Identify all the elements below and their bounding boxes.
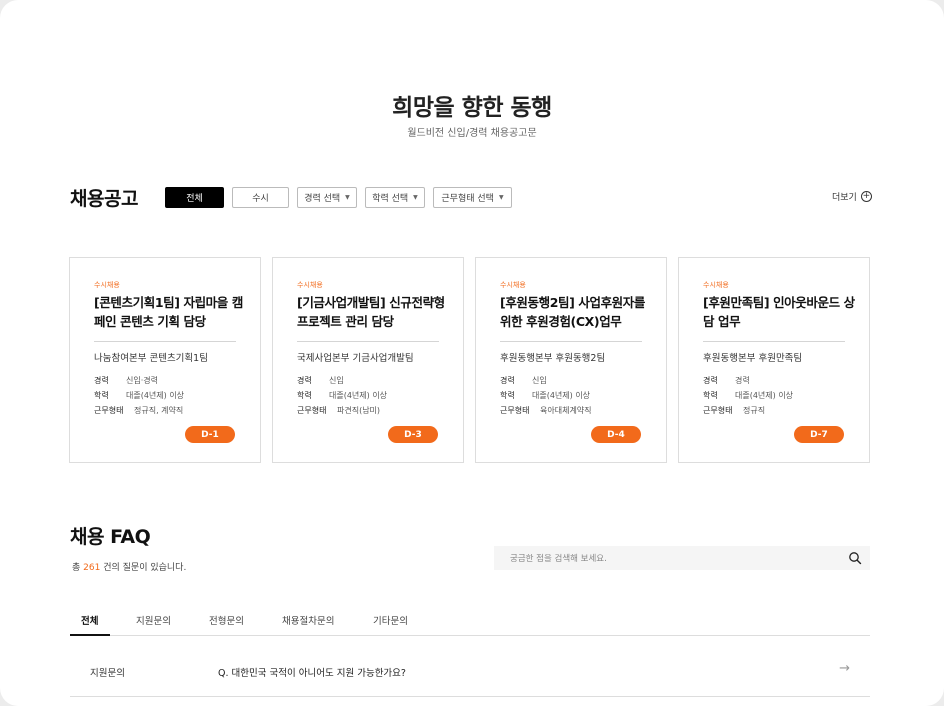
work-type-value: 파견직(남미) <box>337 406 381 415</box>
career-select[interactable]: 경력 선택 ▼ <box>297 187 357 208</box>
education-value: 대졸(4년제) 이상 <box>126 391 185 400</box>
count-prefix: 총 <box>72 563 81 573</box>
career-value: 경력 <box>735 376 750 385</box>
chevron-down-icon: ▼ <box>413 194 418 201</box>
more-label: 더보기 <box>832 193 857 203</box>
career-label: 경력 <box>297 376 312 385</box>
divider <box>703 341 845 342</box>
tab-screening[interactable]: 전형문의 <box>209 613 244 627</box>
search-icon[interactable] <box>848 551 862 565</box>
education-label: 학력 <box>500 391 515 400</box>
filter-label: 수시 <box>252 194 269 204</box>
education-select[interactable]: 학력 선택 ▼ <box>365 187 425 208</box>
count-suffix: 건의 질문이 있습니다. <box>103 563 187 573</box>
filter-label: 근무형태 선택 <box>441 194 494 204</box>
career-value: 신입 <box>532 376 547 385</box>
plus-circle-icon: + <box>860 191 872 202</box>
job-department: 후원동행본부 후원만족팀 <box>703 353 803 364</box>
work-type-label: 근무형태 <box>297 406 327 415</box>
filter-all-button[interactable]: 전체 <box>165 187 224 208</box>
job-tag: 수시채용 <box>703 281 729 289</box>
faq-category: 지원문의 <box>90 668 125 679</box>
education-label: 학력 <box>94 391 109 400</box>
career-value: 신입 <box>329 376 344 385</box>
tab-etc[interactable]: 기타문의 <box>373 613 408 627</box>
faq-search-input[interactable]: 궁금한 점을 검색해 보세요. <box>494 546 870 570</box>
work-type-select[interactable]: 근무형태 선택 ▼ <box>433 187 512 208</box>
arrow-right-icon: → <box>839 661 850 676</box>
job-tag: 수시채용 <box>500 281 526 289</box>
faq-section-title: 채용 FAQ <box>70 526 151 548</box>
tab-application[interactable]: 지원문의 <box>136 613 171 627</box>
job-card[interactable]: 수시채용 [콘텐츠기획1팀] 자립마을 캠페인 콘텐츠 기획 담당 나눔참여본부… <box>69 257 261 463</box>
job-department: 나눔참여본부 콘텐츠기획1팀 <box>94 353 208 364</box>
job-department: 후원동행본부 후원동행2팀 <box>500 353 606 364</box>
job-title: [후원동행2팀] 사업후원자를 위한 후원경험(CX)업무 <box>500 295 645 329</box>
filter-label: 경력 선택 <box>304 194 341 204</box>
career-value: 신입·경력 <box>126 376 158 385</box>
count-number: 261 <box>83 563 101 573</box>
work-type-label: 근무형태 <box>94 406 124 415</box>
filter-rolling-button[interactable]: 수시 <box>232 187 289 208</box>
divider <box>94 341 236 342</box>
faq-question: Q. 대한민국 국적이 아니어도 지원 가능한가요? <box>218 668 406 679</box>
hero-title: 희망을 향한 동행 <box>392 95 552 121</box>
chevron-down-icon: ▼ <box>498 194 504 201</box>
job-tag: 수시채용 <box>94 281 120 289</box>
tab-process[interactable]: 채용절차문의 <box>282 613 334 627</box>
education-value: 대졸(4년제) 이상 <box>735 391 794 400</box>
filter-label: 전체 <box>186 194 203 204</box>
work-type-value: 정규직 <box>743 406 766 415</box>
dday-badge: D-4 <box>591 426 641 443</box>
career-label: 경력 <box>500 376 515 385</box>
job-tag: 수시채용 <box>297 281 323 289</box>
job-card[interactable]: 수시채용 [후원동행2팀] 사업후원자를 위한 후원경험(CX)업무 후원동행본… <box>475 257 667 463</box>
work-type-value: 육아대체계약직 <box>540 406 592 415</box>
job-title: [콘텐츠기획1팀] 자립마을 캠페인 콘텐츠 기획 담당 <box>94 295 243 329</box>
faq-count: 총 261 건의 질문이 있습니다. <box>72 560 186 573</box>
education-label: 학력 <box>703 391 718 400</box>
education-value: 대졸(4년제) 이상 <box>329 391 388 400</box>
job-card[interactable]: 수시채용 [후원만족팀] 인아웃바운드 상담 업무 후원동행본부 후원만족팀 경… <box>678 257 870 463</box>
filter-label: 학력 선택 <box>372 194 409 204</box>
active-tab-indicator <box>70 634 110 636</box>
work-type-value: 정규직, 계약직 <box>134 406 184 415</box>
faq-tabs: 전체 지원문의 전형문의 채용절차문의 기타문의 <box>70 606 870 636</box>
career-label: 경력 <box>703 376 718 385</box>
job-card[interactable]: 수시채용 [기금사업개발팀] 신규전략형 프로젝트 관리 담당 국제사업본부 기… <box>272 257 464 463</box>
hero-subtitle: 월드비전 신입/경력 채용공고문 <box>407 128 537 139</box>
divider <box>297 341 439 342</box>
career-label: 경력 <box>94 376 109 385</box>
dday-badge: D-7 <box>794 426 844 443</box>
tab-all[interactable]: 전체 <box>81 613 98 627</box>
dday-badge: D-1 <box>185 426 235 443</box>
work-type-label: 근무형태 <box>500 406 530 415</box>
faq-item[interactable]: 지원문의 Q. 대한민국 국적이 아니어도 지원 가능한가요? → <box>70 655 870 697</box>
work-type-label: 근무형태 <box>703 406 733 415</box>
education-label: 학력 <box>297 391 312 400</box>
more-link[interactable]: 더보기 + <box>832 190 872 203</box>
chevron-down-icon: ▼ <box>345 194 350 201</box>
job-title: [기금사업개발팀] 신규전략형 프로젝트 관리 담당 <box>297 295 445 329</box>
search-placeholder: 궁금한 점을 검색해 보세요. <box>510 554 607 564</box>
job-department: 국제사업본부 기금사업개발팀 <box>297 353 414 364</box>
job-title: [후원만족팀] 인아웃바운드 상담 업무 <box>703 295 855 329</box>
education-value: 대졸(4년제) 이상 <box>532 391 591 400</box>
divider <box>500 341 642 342</box>
page: 희망을 향한 동행 월드비전 신입/경력 채용공고문 채용공고 전체 수시 경력… <box>0 0 944 706</box>
dday-badge: D-3 <box>388 426 438 443</box>
jobs-section-title: 채용공고 <box>70 188 138 210</box>
